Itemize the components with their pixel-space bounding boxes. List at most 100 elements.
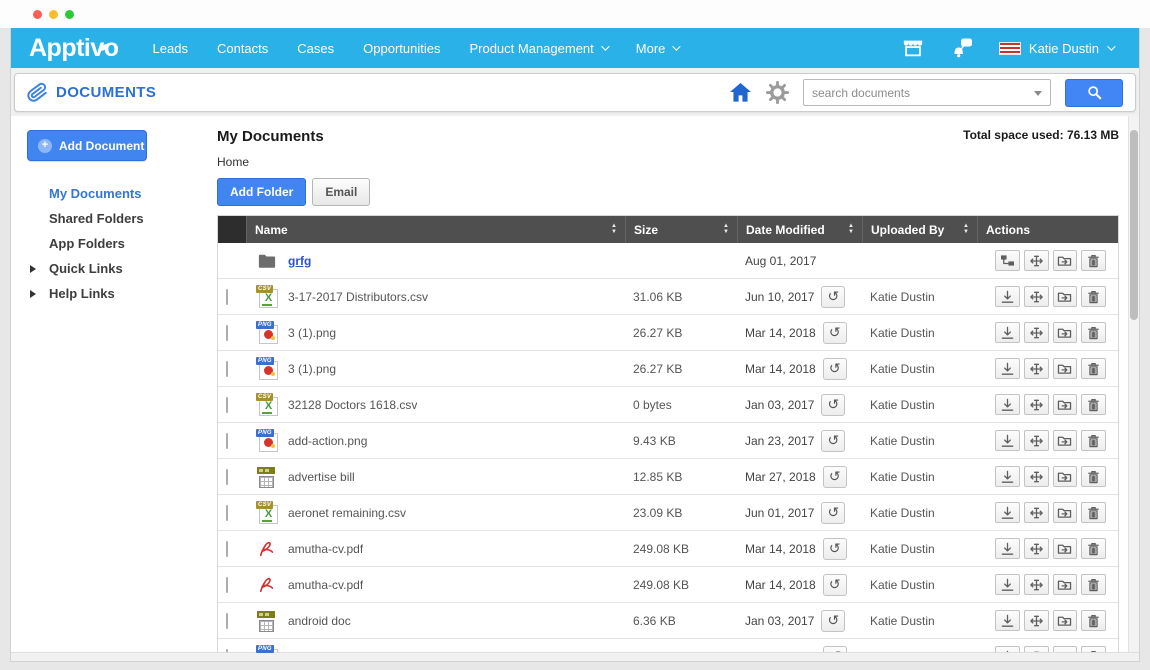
rename-button[interactable] [1024, 394, 1049, 415]
copy-to-folder-button[interactable] [1053, 466, 1078, 487]
history-button[interactable]: ↺ [823, 358, 847, 380]
copy-to-folder-button[interactable] [1053, 286, 1078, 307]
apptivo-logo[interactable]: Apptivo [29, 34, 119, 63]
sidebar-item-my-documents[interactable]: My Documents [27, 181, 207, 206]
row-checkbox[interactable] [226, 505, 228, 521]
delete-button[interactable] [1081, 502, 1106, 523]
history-button[interactable]: ↺ [821, 610, 845, 632]
copy-to-folder-button[interactable] [1053, 610, 1078, 631]
maximize-window-icon[interactable] [65, 10, 74, 19]
download-button[interactable] [995, 538, 1020, 559]
rename-button[interactable] [1024, 250, 1049, 271]
column-header-date-modified[interactable]: Date Modified ▲▼ [737, 216, 862, 243]
rename-button[interactable] [1024, 502, 1049, 523]
sidebar-item-shared-folders[interactable]: Shared Folders [27, 206, 207, 231]
column-header-name[interactable]: Name ▲▼ [246, 216, 625, 243]
row-checkbox[interactable] [226, 289, 228, 305]
nav-item-cases[interactable]: Cases [297, 41, 334, 56]
download-button[interactable] [995, 466, 1020, 487]
download-button[interactable] [995, 286, 1020, 307]
sort-icon[interactable]: ▲▼ [717, 224, 729, 235]
copy-to-folder-button[interactable] [1053, 574, 1078, 595]
delete-button[interactable] [1081, 322, 1106, 343]
user-menu[interactable]: Katie Dustin [999, 41, 1113, 56]
rename-button[interactable] [1024, 358, 1049, 379]
search-input[interactable] [803, 79, 1051, 106]
copy-to-folder-button[interactable] [1053, 394, 1078, 415]
gear-icon[interactable] [766, 81, 789, 104]
vertical-scrollbar[interactable] [1128, 116, 1139, 662]
folder-link[interactable]: grfg [288, 254, 311, 268]
history-button[interactable]: ↺ [823, 574, 847, 596]
copy-to-folder-button[interactable] [1053, 502, 1078, 523]
history-button[interactable]: ↺ [821, 286, 845, 308]
delete-button[interactable] [1081, 250, 1106, 271]
history-button[interactable]: ↺ [821, 430, 845, 452]
column-header-size[interactable]: Size ▲▼ [625, 216, 737, 243]
copy-to-folder-button[interactable] [1053, 538, 1078, 559]
scrollbar-thumb[interactable] [1130, 130, 1138, 320]
move-button[interactable] [995, 250, 1020, 271]
sidebar-item-help-links[interactable]: Help Links [27, 281, 207, 306]
rename-button[interactable] [1024, 466, 1049, 487]
download-button[interactable] [995, 574, 1020, 595]
download-button[interactable] [995, 502, 1020, 523]
history-button[interactable]: ↺ [821, 394, 845, 416]
copy-to-folder-button[interactable] [1053, 322, 1078, 343]
delete-button[interactable] [1081, 538, 1106, 559]
row-checkbox[interactable] [226, 325, 228, 341]
history-button[interactable]: ↺ [823, 322, 847, 344]
breadcrumb[interactable]: Home [217, 155, 1119, 169]
row-checkbox[interactable] [226, 433, 228, 449]
delete-button[interactable] [1081, 466, 1106, 487]
delete-button[interactable] [1081, 574, 1106, 595]
download-button[interactable] [995, 610, 1020, 631]
download-button[interactable] [995, 322, 1020, 343]
row-checkbox[interactable] [226, 469, 228, 485]
delete-button[interactable] [1081, 430, 1106, 451]
delete-button[interactable] [1081, 358, 1106, 379]
row-checkbox[interactable] [226, 541, 228, 557]
row-checkbox[interactable] [226, 613, 228, 629]
dropdown-caret-icon[interactable] [1034, 91, 1042, 96]
nav-item-product-management[interactable]: Product Management [469, 41, 606, 56]
delete-button[interactable] [1081, 286, 1106, 307]
add-folder-button[interactable]: Add Folder [217, 178, 306, 206]
sidebar-item-app-folders[interactable]: App Folders [27, 231, 207, 256]
download-button[interactable] [995, 430, 1020, 451]
history-button[interactable]: ↺ [821, 502, 845, 524]
store-icon[interactable] [901, 37, 925, 59]
rename-button[interactable] [1024, 286, 1049, 307]
column-header-uploaded-by[interactable]: Uploaded By ▲▼ [862, 216, 977, 243]
rename-button[interactable] [1024, 430, 1049, 451]
history-button[interactable]: ↺ [823, 466, 847, 488]
row-checkbox[interactable] [226, 577, 228, 593]
email-button[interactable]: Email [312, 178, 370, 206]
nav-item-leads[interactable]: Leads [153, 41, 188, 56]
copy-to-folder-button[interactable] [1053, 430, 1078, 451]
nav-item-opportunities[interactable]: Opportunities [363, 41, 440, 56]
minimize-window-icon[interactable] [49, 10, 58, 19]
copy-to-folder-button[interactable] [1053, 250, 1078, 271]
download-button[interactable] [995, 394, 1020, 415]
horizontal-scrollbar[interactable] [11, 652, 1139, 661]
delete-button[interactable] [1081, 394, 1106, 415]
nav-item-more[interactable]: More [636, 41, 679, 56]
row-checkbox[interactable] [226, 361, 228, 377]
row-checkbox[interactable] [226, 397, 228, 413]
add-document-button[interactable]: + Add Document [27, 130, 147, 161]
sort-icon[interactable]: ▲▼ [842, 224, 854, 235]
home-icon[interactable] [729, 82, 752, 103]
download-button[interactable] [995, 358, 1020, 379]
sort-icon[interactable]: ▲▼ [605, 224, 617, 235]
history-button[interactable]: ↺ [823, 538, 847, 560]
rename-button[interactable] [1024, 322, 1049, 343]
notifications-icon[interactable] [951, 37, 973, 59]
rename-button[interactable] [1024, 574, 1049, 595]
sort-icon[interactable]: ▲▼ [957, 224, 969, 235]
delete-button[interactable] [1081, 610, 1106, 631]
close-window-icon[interactable] [33, 10, 42, 19]
sidebar-item-quick-links[interactable]: Quick Links [27, 256, 207, 281]
search-button[interactable] [1065, 79, 1123, 107]
nav-item-contacts[interactable]: Contacts [217, 41, 268, 56]
